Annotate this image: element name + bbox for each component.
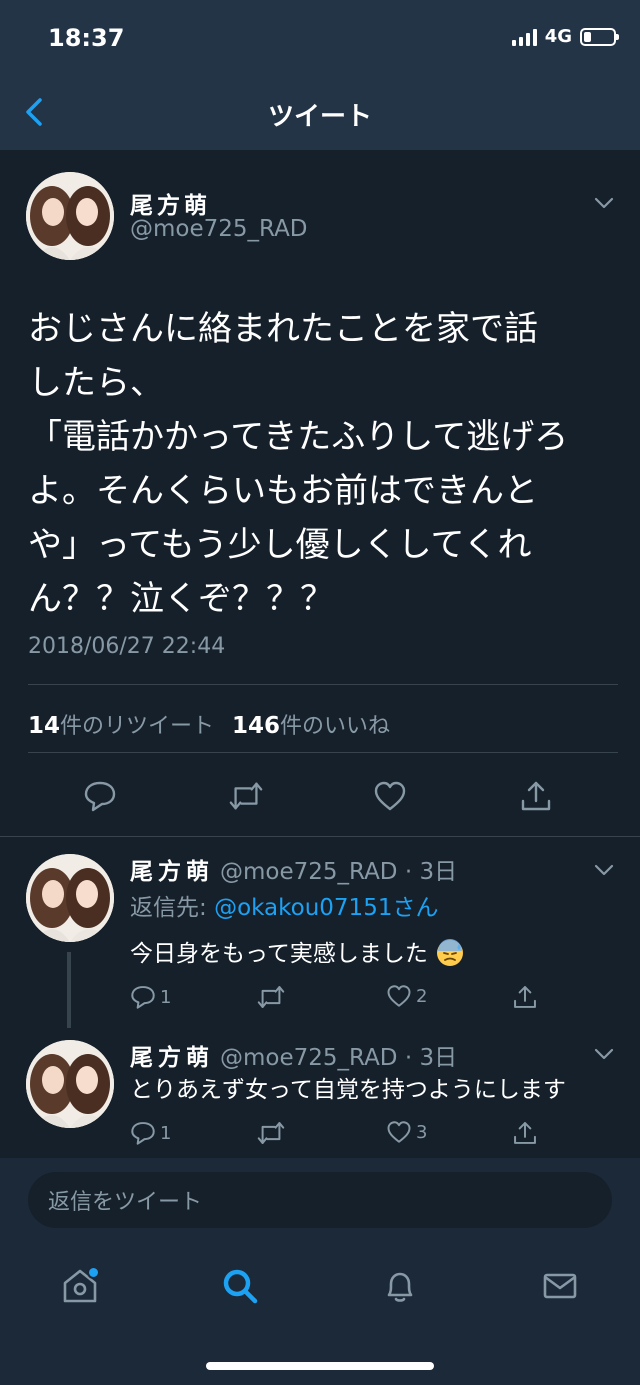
- share-button[interactable]: [518, 778, 554, 814]
- mail-icon: [543, 1273, 577, 1299]
- tab-home[interactable]: [58, 1264, 102, 1308]
- divider: [28, 684, 618, 685]
- handle-time: @moe725_RAD · 3日: [220, 859, 458, 885]
- engagement-counts: 14件のリツイート 146件のいいね: [28, 708, 390, 740]
- reply-icon: [131, 1122, 155, 1145]
- tab-bar: [0, 1250, 640, 1330]
- reply-button[interactable]: 1: [130, 984, 171, 1010]
- main-tweet: 尾方萌 @moe725_RAD おじさんに絡まれたことを家で話 したら、 「電話…: [0, 150, 640, 837]
- retweet-icon: [257, 1122, 285, 1144]
- likes-link[interactable]: 146件のいいね: [232, 708, 390, 740]
- avatar[interactable]: [26, 172, 114, 260]
- tab-messages[interactable]: [538, 1264, 582, 1308]
- top-bar: 18:37 4G ツイート: [0, 0, 640, 150]
- reply-icon: [84, 781, 116, 812]
- page-title: ツイート: [267, 102, 372, 132]
- thread-connector: [67, 952, 71, 1028]
- reply-to-prefix: 返信先:: [130, 895, 215, 921]
- reply-button[interactable]: [82, 778, 118, 814]
- like-button[interactable]: 3: [386, 1120, 427, 1144]
- search-icon: [223, 1269, 258, 1304]
- heart-icon: [387, 1121, 411, 1143]
- reply-text-content: 今日身をもって実感しました: [130, 941, 428, 967]
- reply-icon: [131, 986, 155, 1009]
- share-button[interactable]: [512, 1120, 538, 1146]
- reply-to-line: 返信先: @okakou07151さん: [130, 888, 438, 922]
- mention-suffix: さん: [392, 895, 439, 921]
- reply-count: 1: [160, 986, 172, 1008]
- handle-time: @moe725_RAD · 3日: [220, 1045, 458, 1071]
- reply-text: とりあえず女って自覚を持つようにします: [130, 1077, 566, 1103]
- notification-dot: [87, 1266, 100, 1279]
- reply-count: 1: [160, 1122, 172, 1144]
- heart-icon: [374, 781, 406, 811]
- avatar[interactable]: [26, 1040, 114, 1128]
- chevron-down-icon[interactable]: [594, 197, 614, 209]
- author-handle[interactable]: @moe725_RAD: [130, 216, 308, 242]
- retweet-label: 件のリツイート: [60, 714, 215, 739]
- mention-link[interactable]: @okakou07151: [214, 895, 392, 921]
- bell-icon: [387, 1272, 413, 1302]
- avatar[interactable]: [26, 854, 114, 942]
- avatar-image: [26, 1040, 114, 1128]
- author-name[interactable]: 尾方萌: [130, 859, 214, 885]
- heart-icon: [387, 985, 411, 1007]
- status-time: 18:37: [48, 24, 125, 52]
- reply-actions: 1 3: [0, 1120, 640, 1150]
- tab-notifications[interactable]: [378, 1264, 422, 1308]
- reply-meta: 尾方萌 @moe725_RAD · 3日: [130, 1038, 457, 1072]
- share-icon: [521, 781, 551, 811]
- like-count: 146: [232, 713, 281, 739]
- reply-text: 今日身をもって実感しました: [130, 934, 465, 968]
- tab-search[interactable]: [218, 1264, 262, 1308]
- retweet-button[interactable]: [228, 778, 264, 814]
- reply-input-placeholder: 返信をツイート: [48, 1190, 203, 1215]
- signal-icon: [511, 28, 537, 46]
- battery-icon: [580, 27, 619, 46]
- retweets-link[interactable]: 14件のリツイート: [28, 708, 214, 740]
- retweet-button[interactable]: [256, 1120, 286, 1146]
- retweet-button[interactable]: [256, 984, 286, 1010]
- tweet-timestamp: 2018/06/27 22:44: [28, 634, 226, 659]
- reply-input[interactable]: 返信をツイート: [28, 1172, 612, 1228]
- retweet-icon: [229, 782, 263, 810]
- like-count: 2: [416, 985, 428, 1007]
- chevron-down-icon[interactable]: [594, 1048, 614, 1060]
- avatar-image: [26, 854, 114, 942]
- share-icon: [514, 1122, 536, 1144]
- tweet-actions: [0, 778, 640, 818]
- retweet-count: 14: [28, 713, 61, 739]
- chevron-down-icon[interactable]: [594, 864, 614, 876]
- share-icon: [514, 986, 536, 1008]
- like-button[interactable]: [372, 778, 408, 814]
- like-button[interactable]: 2: [386, 984, 427, 1008]
- retweet-icon: [257, 986, 285, 1008]
- tweet-text: おじさんに絡まれたことを家で話 したら、 「電話かかってきたふりして逃げろ よ。…: [28, 309, 569, 619]
- reply-tweet[interactable]: 尾方萌 @moe725_RAD · 3日 返信先: @okakou07151さん …: [0, 836, 640, 1032]
- like-count: 3: [416, 1121, 428, 1143]
- share-button[interactable]: [512, 984, 538, 1010]
- author-name[interactable]: 尾方萌: [130, 186, 211, 220]
- reply-tweet[interactable]: 尾方萌 @moe725_RAD · 3日 とりあえず女って自覚を持つようにします …: [0, 1032, 640, 1158]
- like-label: 件のいいね: [280, 714, 391, 739]
- divider: [28, 752, 618, 753]
- home-indicator: [206, 1362, 434, 1370]
- sweat-emoji-icon: [437, 939, 464, 966]
- reply-button[interactable]: 1: [130, 1120, 171, 1146]
- avatar-image: [26, 172, 114, 260]
- author-name[interactable]: 尾方萌: [130, 1045, 214, 1071]
- status-indicators: 4G: [511, 26, 619, 47]
- reply-meta: 尾方萌 @moe725_RAD · 3日: [130, 852, 457, 886]
- reply-actions: 1 2: [0, 984, 640, 1014]
- network-type: 4G: [544, 26, 572, 47]
